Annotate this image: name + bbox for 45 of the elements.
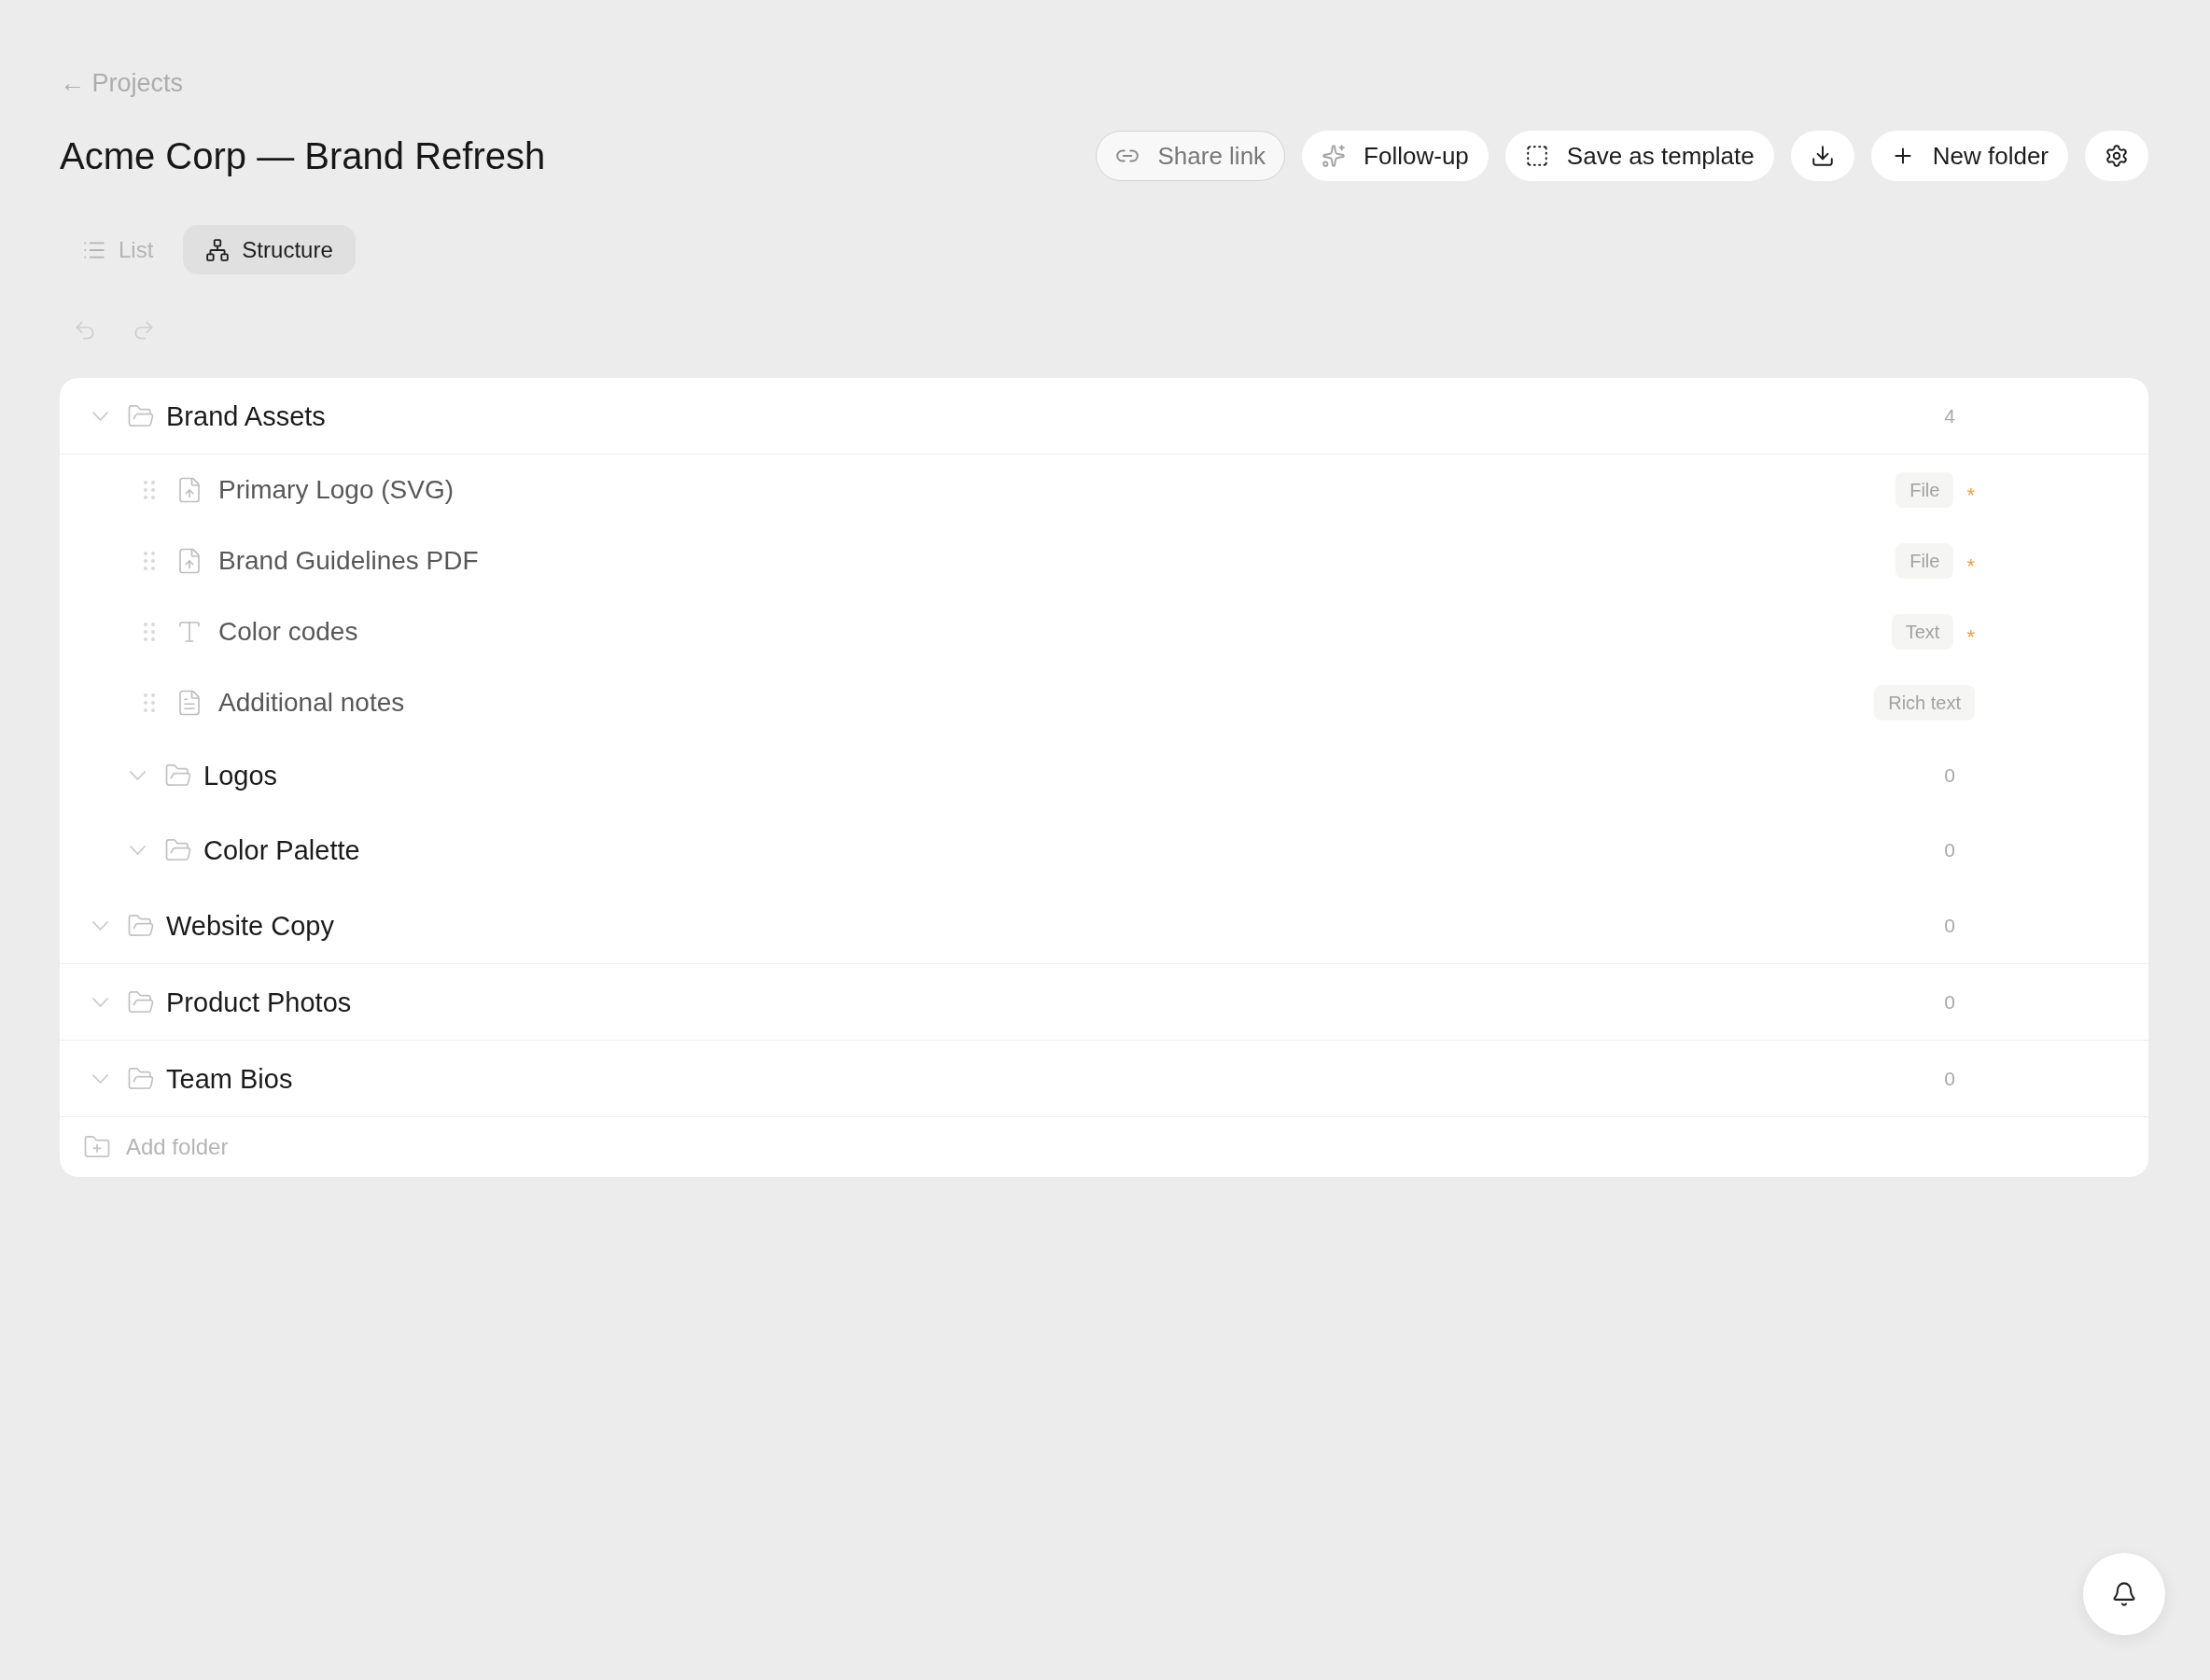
chevron-down-icon[interactable] (92, 997, 108, 1007)
dashed-square-icon (1524, 144, 1549, 168)
chevron-down-icon[interactable] (92, 1073, 108, 1084)
folder-name: Product Photos (166, 986, 352, 1018)
sparkle-icon (1322, 144, 1347, 168)
item-count: 0 (1944, 913, 1955, 938)
settings-icon (2105, 144, 2129, 168)
required-mark: * (1966, 627, 1975, 648)
chevron-down-icon[interactable] (130, 771, 146, 780)
folder-name: Website Copy (166, 909, 334, 942)
folder-name: Color Palette (203, 834, 360, 866)
required-mark: * (1966, 485, 1975, 506)
download-icon (1810, 144, 1835, 168)
field-type-tag: File (1895, 472, 1954, 508)
field-name: Color codes (218, 616, 358, 648)
bell-icon (2111, 1581, 2137, 1607)
field-type-tag: Rich text (1874, 685, 1975, 721)
save-template-button[interactable]: Save as template (1504, 131, 1774, 181)
required-mark: * (1966, 556, 1975, 577)
field-name: Brand Guidelines PDF (218, 545, 479, 577)
folder-name: Brand Assets (166, 399, 326, 432)
drag-handle-icon[interactable] (144, 481, 155, 499)
chevron-down-icon[interactable] (92, 411, 108, 421)
chevron-down-icon[interactable] (92, 920, 108, 931)
drag-handle-icon[interactable] (144, 623, 155, 641)
item-count: 0 (1944, 763, 1955, 788)
hierarchy-icon (205, 237, 231, 262)
chevron-down-icon[interactable] (130, 846, 146, 855)
new-folder-button[interactable]: New folder (1870, 131, 2068, 181)
item-count: 4 (1944, 403, 1955, 428)
item-count: 0 (1944, 989, 1955, 1015)
field-type-tag: Text (1891, 614, 1954, 650)
field-name: Primary Logo (SVG) (218, 474, 455, 506)
item-count: 0 (1944, 838, 1955, 862)
view-tab[interactable]: Structure (183, 225, 356, 274)
drag-handle-icon[interactable] (144, 552, 155, 570)
follow-up-button[interactable]: Follow-up (1302, 131, 1489, 181)
folder-name: Logos (203, 760, 277, 791)
field-name: Additional notes (218, 687, 405, 719)
item-count: 0 (1944, 1066, 1955, 1091)
drag-handle-icon[interactable] (144, 693, 155, 712)
folder-name: Team Bios (166, 1062, 293, 1095)
field-type-tag: File (1895, 543, 1954, 579)
share-link-button[interactable]: Share link (1096, 131, 1286, 181)
page-title: Acme Corp — Brand Refresh (60, 134, 546, 178)
